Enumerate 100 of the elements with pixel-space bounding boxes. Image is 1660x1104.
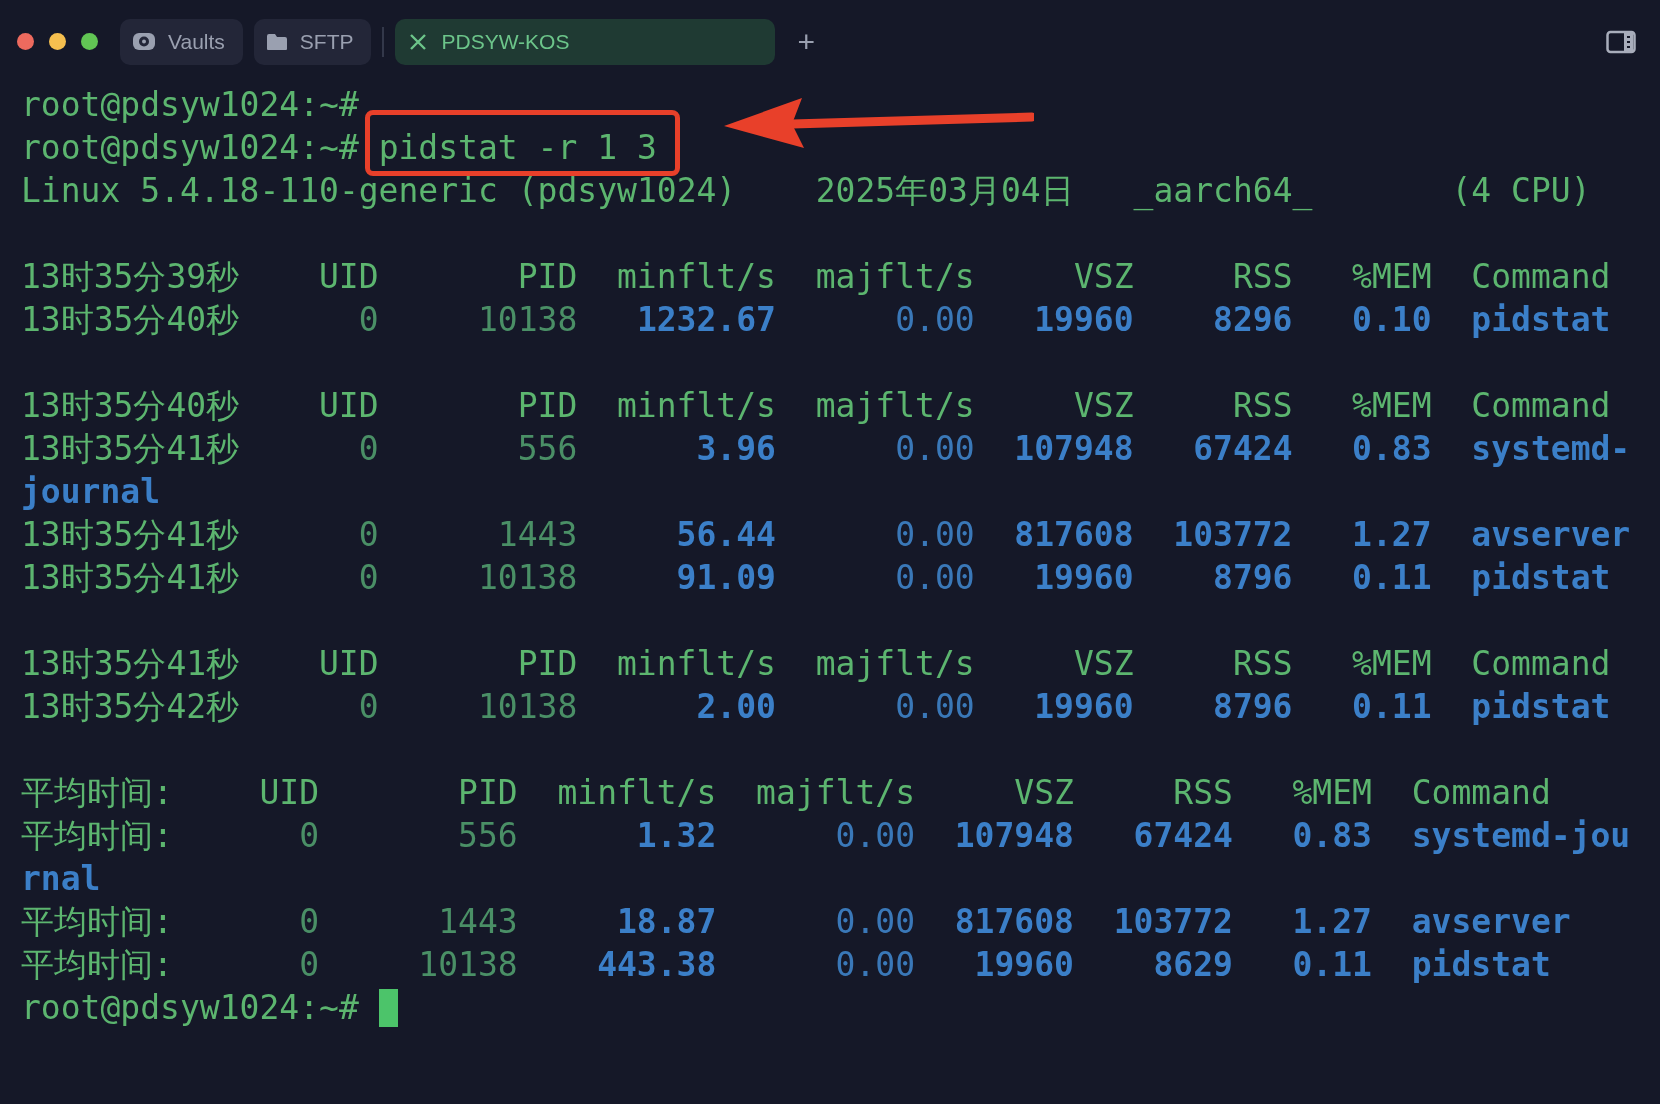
column-header: VSZ bbox=[1072, 256, 1134, 298]
column-header: %MEM bbox=[1291, 772, 1372, 814]
column-header: UID bbox=[318, 256, 379, 298]
command-value: pidstat bbox=[1471, 299, 1611, 341]
pid-value: 10138 bbox=[417, 944, 518, 986]
uid-value: 0 bbox=[357, 428, 379, 470]
majflt-value: 0.00 bbox=[894, 686, 975, 728]
column-header: RSS bbox=[1231, 385, 1293, 427]
tab[interactable]: SFTP bbox=[253, 18, 372, 65]
column-header: majflt/s bbox=[755, 772, 915, 814]
rss-value: 8796 bbox=[1212, 686, 1293, 728]
new-tab-button[interactable]: + bbox=[797, 26, 815, 57]
mem-value: 0.11 bbox=[1351, 686, 1432, 728]
column-header: RSS bbox=[1231, 643, 1293, 685]
column-header: PID bbox=[516, 256, 578, 298]
column-header: %MEM bbox=[1351, 256, 1432, 298]
rss-value: 103772 bbox=[1172, 514, 1293, 556]
close-window-button[interactable] bbox=[17, 33, 34, 50]
shell-prompt: root@pdsyw1024:~# bbox=[21, 127, 359, 169]
vsz-value: 19960 bbox=[973, 944, 1074, 986]
minflt-value: 443.38 bbox=[596, 944, 717, 986]
timestamp: 13时35分41秒 bbox=[21, 514, 241, 556]
mem-value: 0.11 bbox=[1291, 944, 1372, 986]
column-header: UID bbox=[258, 772, 319, 814]
timestamp: 13时35分41秒 bbox=[21, 557, 241, 599]
rss-value: 8796 bbox=[1212, 557, 1293, 599]
timestamp: 13时35分40秒 bbox=[21, 299, 241, 341]
timestamp: 13时35分42秒 bbox=[21, 686, 241, 728]
column-header: Command bbox=[1471, 256, 1611, 298]
uid-value: 0 bbox=[298, 944, 319, 986]
pid-value: 556 bbox=[516, 428, 578, 470]
command-value: pidstat bbox=[1471, 557, 1611, 599]
uid-value: 0 bbox=[357, 299, 379, 341]
uid-value: 0 bbox=[298, 815, 319, 857]
vsz-value: 107948 bbox=[953, 815, 1074, 857]
mem-value: 0.10 bbox=[1351, 299, 1432, 341]
rss-value: 8629 bbox=[1152, 944, 1233, 986]
timestamp: 平均时间: bbox=[21, 944, 174, 986]
shell-prompt: root@pdsyw1024:~# bbox=[21, 987, 359, 1029]
column-header: PID bbox=[457, 772, 518, 814]
tab[interactable]: Vaults bbox=[120, 18, 243, 65]
command-value: journal bbox=[21, 471, 161, 513]
uid-value: 0 bbox=[357, 557, 379, 599]
majflt-value: 0.00 bbox=[834, 901, 915, 943]
close-icon[interactable] bbox=[409, 32, 428, 51]
vsz-value: 817608 bbox=[953, 901, 1074, 943]
column-header: minflt/s bbox=[616, 385, 776, 427]
tab[interactable]: PDSYW-KOS bbox=[395, 18, 776, 65]
timestamp: 13时35分41秒 bbox=[21, 643, 241, 685]
mem-value: 0.11 bbox=[1351, 557, 1432, 599]
minflt-value: 18.87 bbox=[616, 901, 717, 943]
mem-value: 1.27 bbox=[1291, 901, 1372, 943]
timestamp: 平均时间: bbox=[21, 815, 174, 857]
shell-prompt: root@pdsyw1024:~# bbox=[21, 84, 359, 126]
column-header: PID bbox=[516, 385, 578, 427]
timestamp: 13时35分40秒 bbox=[21, 385, 241, 427]
rss-value: 67424 bbox=[1192, 428, 1293, 470]
pid-value: 10138 bbox=[476, 299, 578, 341]
minimize-window-button[interactable] bbox=[49, 33, 66, 50]
vsz-value: 19960 bbox=[1033, 686, 1134, 728]
column-header: minflt/s bbox=[616, 643, 776, 685]
command-value: avserver bbox=[1471, 514, 1631, 556]
command-text: pidstat -r 1 3 bbox=[378, 130, 657, 165]
command-value: pidstat bbox=[1471, 686, 1611, 728]
minflt-value: 56.44 bbox=[675, 514, 776, 556]
column-header: UID bbox=[318, 385, 379, 427]
majflt-value: 0.00 bbox=[894, 514, 975, 556]
pid-value: 10138 bbox=[476, 557, 578, 599]
minflt-value: 3.96 bbox=[695, 428, 776, 470]
pid-value: 1443 bbox=[496, 514, 578, 556]
column-header: Command bbox=[1411, 772, 1551, 814]
minflt-value: 91.09 bbox=[675, 557, 776, 599]
sidebar-toggle-icon[interactable] bbox=[1606, 29, 1636, 54]
mem-value: 0.83 bbox=[1351, 428, 1432, 470]
rss-value: 103772 bbox=[1112, 901, 1233, 943]
timestamp: 13时35分41秒 bbox=[21, 428, 241, 470]
majflt-value: 0.00 bbox=[894, 557, 975, 599]
column-header: PID bbox=[516, 643, 578, 685]
column-header: Command bbox=[1471, 643, 1611, 685]
vsz-value: 817608 bbox=[1013, 514, 1134, 556]
column-header: majflt/s bbox=[814, 643, 975, 685]
column-header: UID bbox=[318, 643, 379, 685]
minflt-value: 1.32 bbox=[635, 815, 717, 857]
command-value: systemd- bbox=[1471, 428, 1631, 470]
mem-value: 1.27 bbox=[1351, 514, 1432, 556]
zoom-window-button[interactable] bbox=[81, 33, 98, 50]
column-header: minflt/s bbox=[556, 772, 717, 814]
uid-value: 0 bbox=[357, 514, 379, 556]
command-value: systemd-jou bbox=[1411, 815, 1631, 857]
date-text: 2025年03月04日 bbox=[815, 170, 1075, 212]
column-header: VSZ bbox=[1072, 385, 1134, 427]
command-value: rnal bbox=[21, 858, 101, 900]
pid-value: 556 bbox=[457, 815, 518, 857]
pid-value: 10138 bbox=[476, 686, 578, 728]
minflt-value: 1232.67 bbox=[635, 299, 776, 341]
vault-icon bbox=[132, 30, 156, 53]
system-info: Linux 5.4.18-110-generic (pdsyw1024) bbox=[21, 170, 738, 212]
vsz-value: 19960 bbox=[1033, 557, 1134, 599]
timestamp: 平均时间: bbox=[21, 901, 174, 943]
minflt-value: 2.00 bbox=[695, 686, 776, 728]
